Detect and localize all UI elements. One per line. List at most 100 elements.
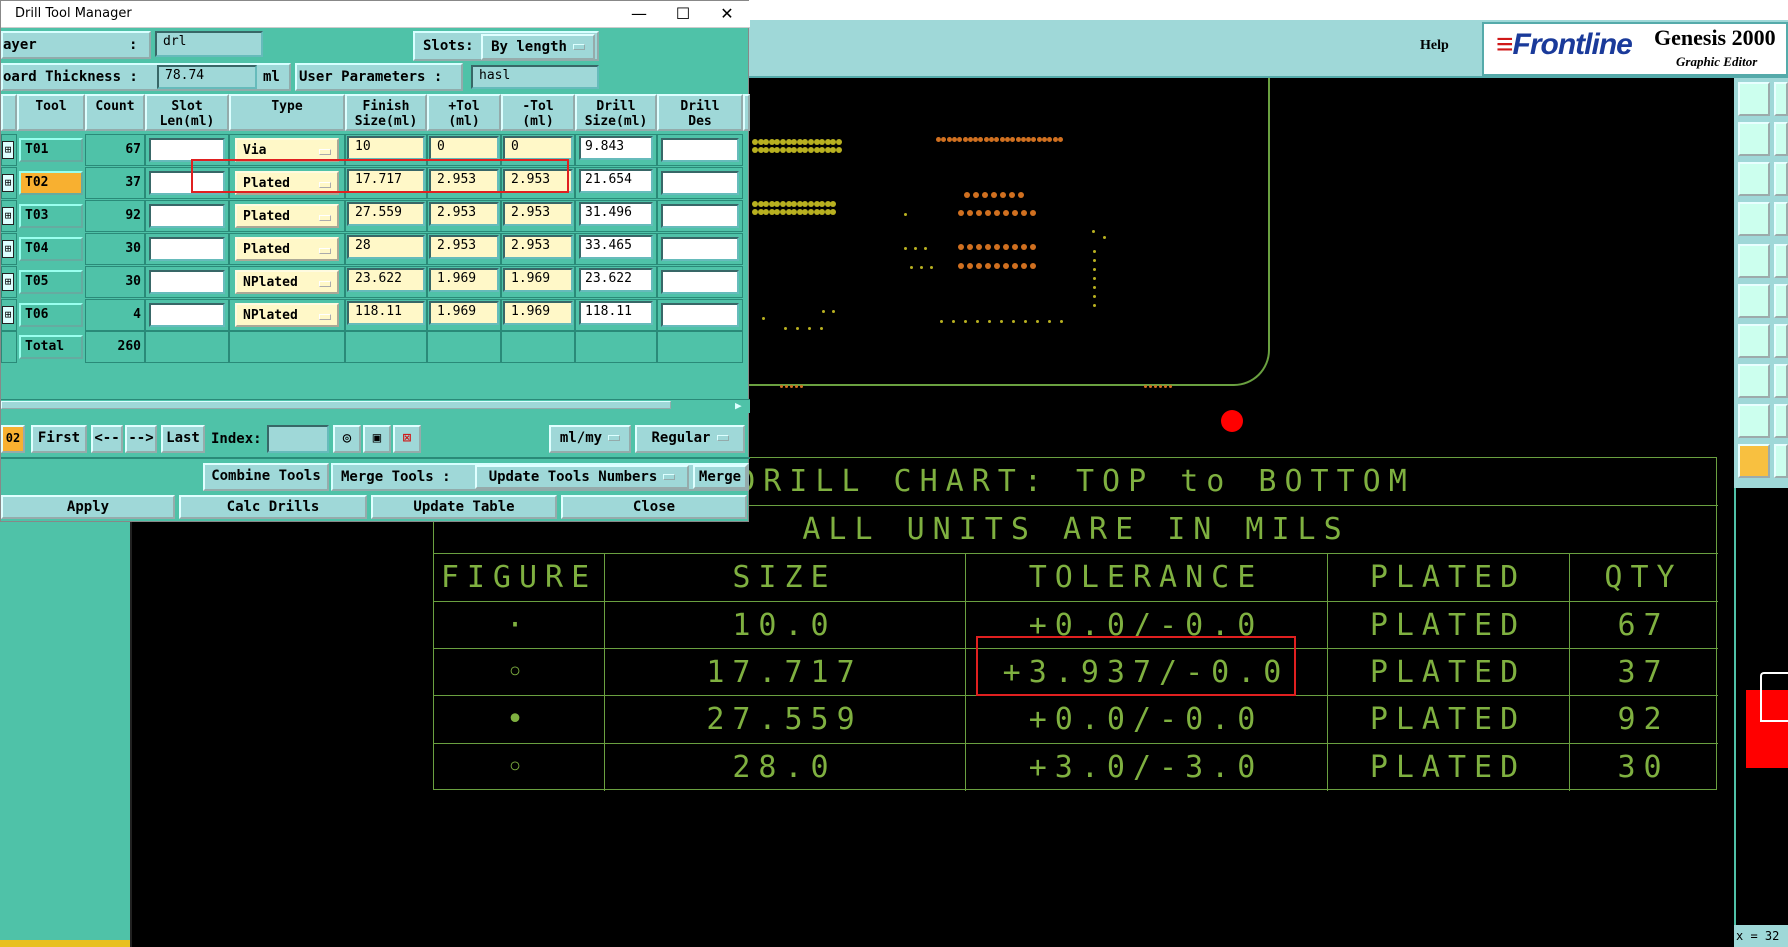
toolbar-button-7b[interactable] — [1774, 324, 1788, 358]
toolbar-button-1b[interactable] — [1774, 82, 1788, 116]
pad — [1018, 192, 1024, 198]
user-params-field[interactable]: hasl — [471, 65, 599, 89]
toolbar-button-5b[interactable] — [1774, 244, 1788, 278]
finish-size-field[interactable]: 118.11 — [347, 301, 425, 325]
drill-des-field[interactable] — [661, 138, 739, 162]
scroll-right-icon[interactable]: ▶ — [735, 399, 749, 413]
toolbar-button-9b[interactable] — [1774, 404, 1788, 438]
last-button[interactable]: Last — [161, 425, 205, 453]
mode-menu[interactable]: Regular — [635, 425, 745, 453]
type-menu[interactable]: Plated — [235, 204, 339, 228]
slot-len-field[interactable] — [149, 237, 225, 261]
maximize-icon[interactable]: ☐ — [663, 3, 703, 25]
drill-size-field[interactable]: 33.465 — [579, 235, 653, 259]
total-cell — [229, 331, 345, 363]
plus-tol-field[interactable]: 2.953 — [429, 235, 499, 259]
index-field[interactable] — [267, 425, 329, 453]
minus-tol-field[interactable]: 2.953 — [503, 202, 573, 226]
drill-des-field[interactable] — [661, 204, 739, 228]
drill-size-field[interactable]: 21.654 — [579, 169, 653, 193]
tool-button[interactable]: T05 — [19, 270, 83, 294]
tool-button[interactable]: T03 — [19, 204, 83, 228]
combine-tools-button[interactable]: Combine Tools — [203, 463, 329, 491]
drill-size-field[interactable]: 31.496 — [579, 202, 653, 226]
plus-tol-field[interactable]: 1.969 — [429, 301, 499, 325]
close-icon[interactable]: ✕ — [707, 3, 747, 25]
calc-drills-button[interactable]: Calc Drills — [179, 495, 367, 519]
type-menu[interactable]: NPlated — [235, 303, 339, 327]
slot-len-field[interactable] — [149, 303, 225, 327]
slot-len-field[interactable] — [149, 204, 225, 228]
bulb-icon[interactable]: ◎ — [333, 425, 361, 453]
scrollbar-thumb[interactable] — [1, 401, 671, 409]
refresh-icon[interactable]: ▣ — [363, 425, 391, 453]
plus-tol-field[interactable]: 2.953 — [429, 202, 499, 226]
toolbar-button-4[interactable] — [1738, 202, 1770, 236]
drill-des-field[interactable] — [661, 171, 739, 195]
plus-tol-field[interactable]: 0 — [429, 136, 499, 160]
drill-size-field[interactable]: 118.11 — [579, 301, 653, 325]
finish-size-field[interactable]: 27.559 — [347, 202, 425, 226]
toolbar-button-2[interactable] — [1738, 122, 1770, 156]
units-menu[interactable]: ml/my — [549, 425, 631, 453]
toolbar-button-5[interactable] — [1738, 244, 1770, 278]
apply-button[interactable]: Apply — [1, 495, 175, 519]
plus-tol-field[interactable]: 1.969 — [429, 268, 499, 292]
first-button[interactable]: First — [31, 425, 87, 453]
toolbar-button-6[interactable] — [1738, 284, 1770, 318]
minus-tol-field[interactable]: 0 — [503, 136, 573, 160]
toolbar-button-8b[interactable] — [1774, 364, 1788, 398]
prev-button[interactable]: <-- — [91, 425, 123, 453]
pad — [1003, 263, 1009, 269]
tool-button[interactable]: T06 — [19, 303, 83, 327]
toolbar-button-10b[interactable] — [1774, 444, 1788, 478]
minimize-icon[interactable]: — — [619, 3, 659, 25]
col-header-finish-size: Finish Size(ml) — [345, 94, 427, 131]
drill-des-field[interactable] — [661, 237, 739, 261]
layer-field[interactable]: drl — [155, 31, 263, 57]
toolbar-button-6b[interactable] — [1774, 284, 1788, 318]
minus-tol-field[interactable]: 1.969 — [503, 268, 573, 292]
drill-size-field[interactable]: 9.843 — [579, 136, 653, 160]
tool-button[interactable]: T02 — [19, 171, 83, 195]
toolbar-button-3[interactable] — [1738, 162, 1770, 196]
minus-tol-field[interactable]: 2.953 — [503, 235, 573, 259]
toolbar-button-3b[interactable] — [1774, 162, 1788, 196]
type-menu[interactable]: Plated — [235, 237, 339, 261]
row-drag-icon[interactable]: ⊞ — [2, 141, 14, 159]
update-table-button[interactable]: Update Table — [371, 495, 557, 519]
row-drag-icon[interactable]: ⊞ — [2, 273, 14, 291]
close-button[interactable]: Close — [561, 495, 747, 519]
row-drag-icon[interactable]: ⊞ — [2, 306, 14, 324]
row-drag-icon[interactable]: ⊞ — [2, 207, 14, 225]
merge-button[interactable]: Merge — [693, 465, 747, 489]
row-drag-icon[interactable]: ⊞ — [2, 240, 14, 258]
slot-len-field[interactable] — [149, 270, 225, 294]
drill-des-field[interactable] — [661, 303, 739, 327]
drill-size-field[interactable]: 23.622 — [579, 268, 653, 292]
finish-size-field[interactable]: 10 — [347, 136, 425, 160]
select-pointer-button[interactable] — [1738, 444, 1770, 478]
toolbar-button-7[interactable] — [1738, 324, 1770, 358]
tool-button[interactable]: T04 — [19, 237, 83, 261]
toolbar-button-2b[interactable] — [1774, 122, 1788, 156]
slots-menu[interactable]: By length — [481, 34, 595, 60]
finish-size-field[interactable]: 23.622 — [347, 268, 425, 292]
chart-cell-qty: 37 — [1617, 655, 1670, 690]
toolbar-button-1[interactable] — [1738, 82, 1770, 116]
help-menu[interactable]: Help — [1420, 38, 1449, 54]
next-button[interactable]: --> — [125, 425, 157, 453]
clear-icon[interactable]: ⊠ — [393, 425, 421, 453]
tool-button[interactable]: T01 — [19, 138, 83, 162]
drill-des-field[interactable] — [661, 270, 739, 294]
finish-size-field[interactable]: 28 — [347, 235, 425, 259]
toolbar-button-9[interactable] — [1738, 404, 1770, 438]
toolbar-button-4b[interactable] — [1774, 202, 1788, 236]
toolbar-button-8[interactable] — [1738, 364, 1770, 398]
layer-list-panel[interactable] — [0, 522, 132, 947]
merge-mode-menu[interactable]: Update Tools Numbers — [475, 465, 689, 489]
type-menu[interactable]: NPlated — [235, 270, 339, 294]
row-drag-icon[interactable]: ⊞ — [2, 174, 14, 192]
minus-tol-field[interactable]: 1.969 — [503, 301, 573, 325]
board-thickness-field[interactable]: 78.74 — [157, 65, 257, 89]
